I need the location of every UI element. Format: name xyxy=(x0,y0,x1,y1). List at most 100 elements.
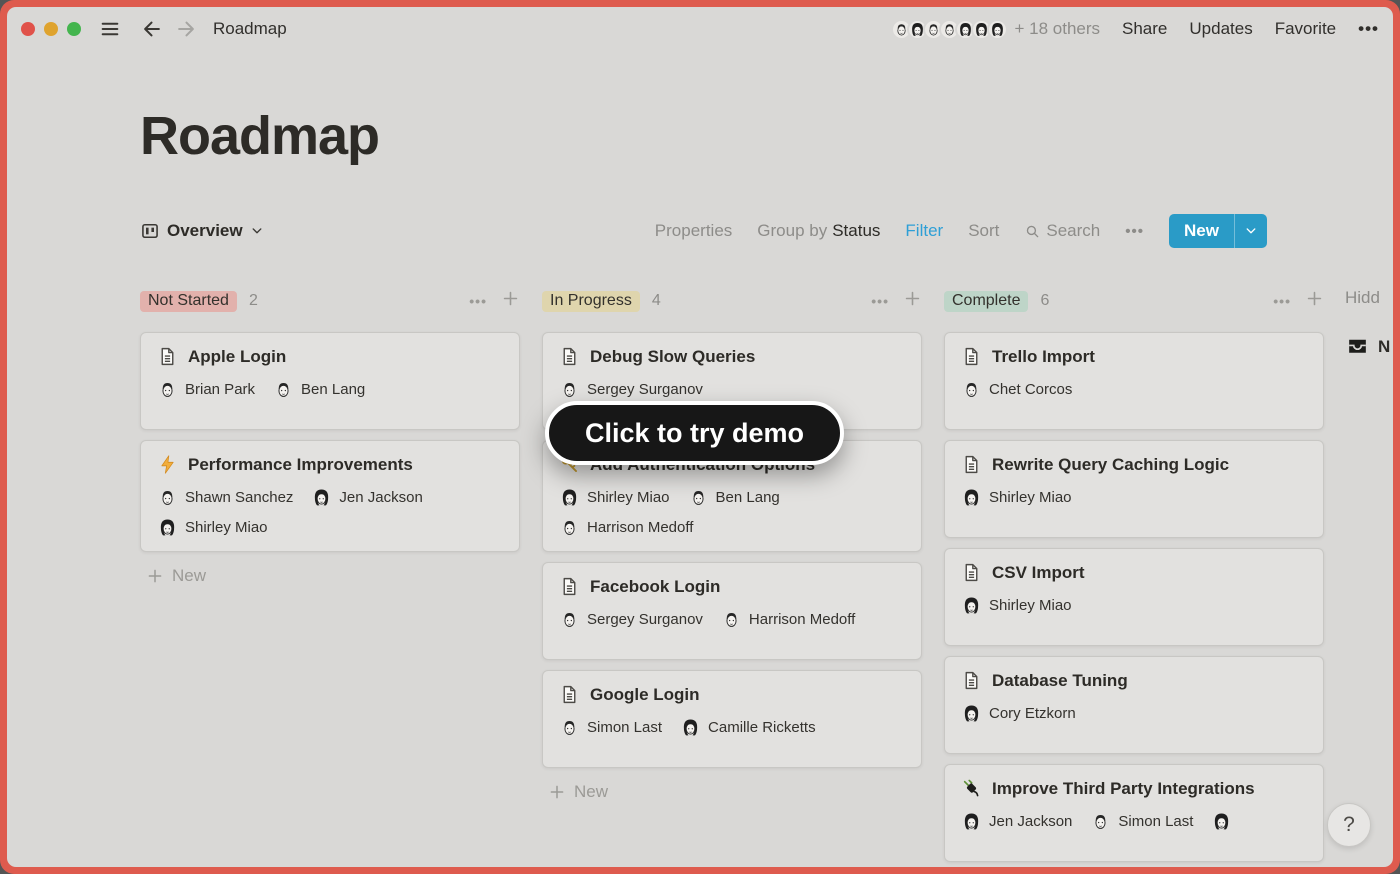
column-more-icon[interactable]: ••• xyxy=(871,293,889,309)
status-badge[interactable]: Complete xyxy=(944,291,1028,312)
card-csv-import[interactable]: CSV Import Shirley Miao xyxy=(944,548,1324,646)
lightning-icon xyxy=(157,454,178,475)
assignee-name: Shirley Miao xyxy=(587,489,670,506)
updates-button[interactable]: Updates xyxy=(1189,19,1252,39)
card-google-login[interactable]: Google Login Simon Last Camille Ricketts xyxy=(542,670,922,768)
avatar xyxy=(157,379,178,400)
card-rewrite-query-caching-logic[interactable]: Rewrite Query Caching Logic Shirley Miao xyxy=(944,440,1324,538)
avatar xyxy=(559,487,580,508)
avatar xyxy=(961,703,982,724)
document-icon xyxy=(961,454,982,475)
assignee-name: Shawn Sanchez xyxy=(185,489,293,506)
column-add-icon[interactable] xyxy=(1305,289,1324,313)
card-trello-import[interactable]: Trello Import Chet Corcos xyxy=(944,332,1324,430)
assignee-name: Ben Lang xyxy=(716,489,780,506)
add-card-label: New xyxy=(172,566,206,586)
assignee-name: Cory Etzkorn xyxy=(989,705,1076,722)
try-demo-button[interactable]: Click to try demo xyxy=(545,401,844,465)
assignee: Shirley Miao xyxy=(961,487,1072,508)
search-button[interactable]: Search xyxy=(1024,221,1100,241)
status-badge[interactable]: Not Started xyxy=(140,291,237,312)
card-database-tuning[interactable]: Database Tuning Cory Etzkorn xyxy=(944,656,1324,754)
assignee: Brian Park xyxy=(157,379,255,400)
close-window-button[interactable] xyxy=(21,22,35,36)
add-card-button[interactable]: New xyxy=(548,782,922,802)
page-title: Roadmap xyxy=(140,105,379,167)
try-demo-label: Click to try demo xyxy=(585,418,804,449)
avatar xyxy=(1211,811,1232,832)
hidden-columns-label[interactable]: Hidd xyxy=(1345,288,1390,308)
assignee: Simon Last xyxy=(1090,811,1193,832)
avatar xyxy=(559,379,580,400)
collaborator-facepile[interactable]: + 18 others xyxy=(891,19,1100,40)
avatar xyxy=(987,19,1008,40)
hidden-group[interactable]: N xyxy=(1345,334,1390,359)
app-window: Roadmap + 18 others Share Updates Favori… xyxy=(0,0,1400,874)
zoom-window-button[interactable] xyxy=(67,22,81,36)
minimize-window-button[interactable] xyxy=(44,22,58,36)
column-more-icon[interactable]: ••• xyxy=(469,293,487,309)
avatar xyxy=(680,717,701,738)
share-button[interactable]: Share xyxy=(1122,19,1167,39)
avatar xyxy=(961,811,982,832)
favorite-button[interactable]: Favorite xyxy=(1275,19,1336,39)
board-view-icon xyxy=(140,221,160,241)
status-badge[interactable]: In Progress xyxy=(542,291,640,312)
help-button[interactable]: ? xyxy=(1327,803,1371,847)
assignee-name: Jen Jackson xyxy=(339,489,422,506)
assignee-name: Chet Corcos xyxy=(989,381,1072,398)
more-menu-icon[interactable]: ••• xyxy=(1358,19,1379,39)
card-title: Trello Import xyxy=(992,347,1095,367)
assignee: Jen Jackson xyxy=(311,487,422,508)
forward-icon[interactable] xyxy=(173,16,199,42)
column-more-icon[interactable]: ••• xyxy=(1273,293,1291,309)
assignee xyxy=(1211,811,1239,832)
avatar xyxy=(721,609,742,630)
card-title: Database Tuning xyxy=(992,671,1128,691)
group-by-button[interactable]: Group by Status xyxy=(757,221,880,241)
card-improve-third-party-integrations[interactable]: Improve Third Party Integrations Jen Jac… xyxy=(944,764,1324,862)
filter-button[interactable]: Filter xyxy=(905,221,943,241)
card-title: Rewrite Query Caching Logic xyxy=(992,455,1229,475)
toolbar-more-icon[interactable]: ••• xyxy=(1125,223,1144,240)
plus-icon xyxy=(548,783,566,801)
view-switcher[interactable]: Overview xyxy=(140,221,264,241)
sort-button[interactable]: Sort xyxy=(968,221,999,241)
card-title: Google Login xyxy=(590,685,700,705)
back-icon[interactable] xyxy=(139,16,165,42)
avatar xyxy=(559,517,580,538)
new-button[interactable]: New xyxy=(1169,214,1234,248)
assignee-name: Shirley Miao xyxy=(989,489,1072,506)
add-card-button[interactable]: New xyxy=(146,566,520,586)
document-icon xyxy=(559,576,580,597)
card-facebook-login[interactable]: Facebook Login Sergey Surganov Harrison … xyxy=(542,562,922,660)
card-performance-improvements[interactable]: Performance Improvements Shawn Sanchez J… xyxy=(140,440,520,552)
avatar xyxy=(961,379,982,400)
column-add-icon[interactable] xyxy=(501,289,520,313)
column-count: 6 xyxy=(1040,292,1049,310)
breadcrumb[interactable]: Roadmap xyxy=(213,19,287,39)
card-apple-login[interactable]: Apple Login Brian Park Ben Lang xyxy=(140,332,520,430)
column-add-icon[interactable] xyxy=(903,289,922,313)
new-dropdown-button[interactable] xyxy=(1235,214,1267,248)
assignee-name: Harrison Medoff xyxy=(749,611,855,628)
assignee-name: Shirley Miao xyxy=(989,597,1072,614)
search-icon xyxy=(1024,223,1041,240)
chevron-down-icon xyxy=(1244,224,1258,238)
assignee: Shawn Sanchez xyxy=(157,487,293,508)
view-name: Overview xyxy=(167,221,243,241)
document-icon xyxy=(559,684,580,705)
search-label: Search xyxy=(1046,221,1100,241)
assignee: Sergey Surganov xyxy=(559,609,703,630)
menu-icon[interactable] xyxy=(97,16,123,42)
help-icon: ? xyxy=(1343,813,1355,837)
assignee-name: Brian Park xyxy=(185,381,255,398)
assignee: Chet Corcos xyxy=(961,379,1072,400)
group-by-value: Status xyxy=(832,221,880,241)
avatar xyxy=(273,379,294,400)
document-icon xyxy=(961,670,982,691)
assignee: Sergey Surganov xyxy=(559,379,703,400)
new-button-group: New xyxy=(1169,214,1267,248)
properties-button[interactable]: Properties xyxy=(655,221,732,241)
assignee-name: Simon Last xyxy=(1118,813,1193,830)
